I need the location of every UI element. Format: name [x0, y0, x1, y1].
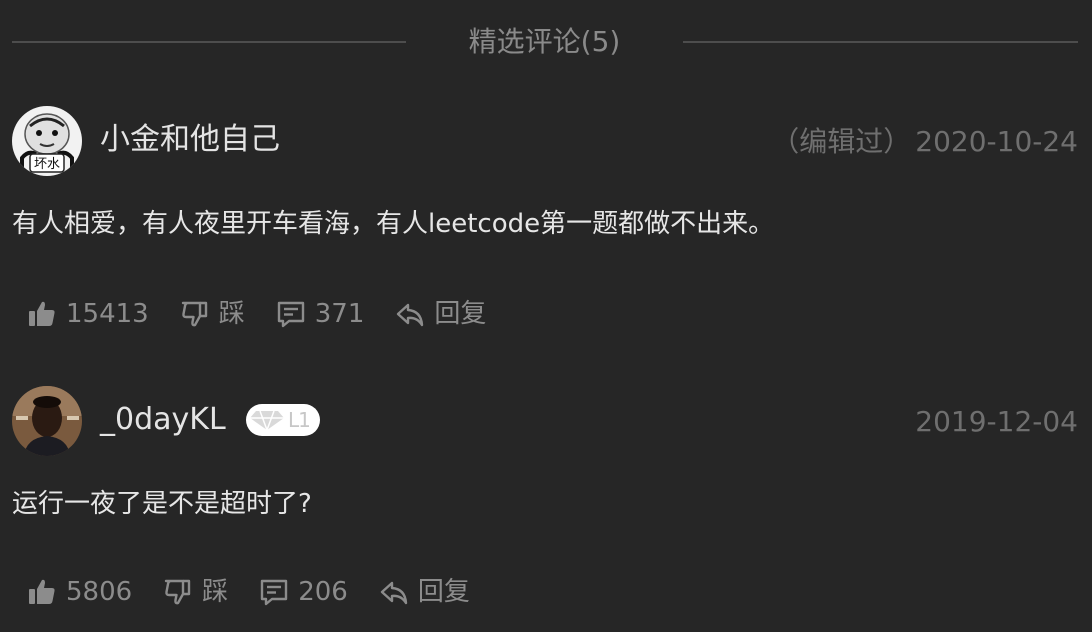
- comment-meta: 2019-12-04: [915, 402, 1078, 442]
- comments-page: 精选评论(5) 坏水 小金和他自己 （编辑过） 2020-10-24 有人相爱，有…: [0, 0, 1092, 632]
- thumbs-down-icon: [181, 301, 207, 327]
- like-count: 15413: [66, 299, 149, 329]
- like-count: 5806: [66, 577, 133, 607]
- comment-icon: [277, 301, 304, 328]
- avatar-image: 坏水: [12, 106, 82, 176]
- reply-button[interactable]: 回复: [394, 296, 486, 332]
- comment-meta: （编辑过） 2020-10-24: [771, 122, 1078, 162]
- comment-content: 有人相爱，有人夜里开车看海，有人leetcode第一题都做不出来。: [12, 209, 775, 239]
- comment-button[interactable]: 371: [275, 296, 365, 332]
- dislike-button[interactable]: 踩: [179, 296, 245, 332]
- dislike-label: 踩: [218, 299, 245, 329]
- section-title: 精选评论(5): [468, 25, 621, 58]
- reply-count: 206: [298, 577, 348, 607]
- reply-button[interactable]: 回复: [378, 574, 470, 610]
- section-header: 精选评论(5): [12, 18, 1078, 66]
- like-button[interactable]: 15413: [26, 296, 149, 332]
- username[interactable]: _0dayKL: [100, 400, 226, 440]
- avatar-image: [12, 386, 82, 456]
- thumbs-up-icon: [29, 579, 55, 604]
- thumbs-up-icon: [29, 301, 55, 326]
- level-badge: L1: [246, 404, 320, 436]
- avatar[interactable]: 坏水: [12, 106, 82, 176]
- dislike-button[interactable]: 踩: [162, 574, 228, 610]
- reply-label: 回复: [434, 299, 487, 329]
- divider-left: [12, 41, 406, 43]
- comment-date: 2020-10-24: [915, 125, 1078, 158]
- reply-icon: [380, 581, 408, 605]
- reply-icon: [397, 303, 424, 327]
- level-text: L1: [288, 408, 311, 432]
- username[interactable]: 小金和他自己: [100, 120, 280, 160]
- divider-right: [683, 41, 1078, 43]
- edited-label: （编辑过）: [771, 125, 912, 158]
- comment-button[interactable]: 206: [258, 574, 348, 610]
- comment-icon: [260, 579, 288, 606]
- comment-actions: 15413 踩 371 回复: [26, 296, 516, 332]
- avatar[interactable]: [12, 386, 82, 456]
- diamond-icon: [250, 410, 284, 432]
- like-button[interactable]: 5806: [26, 574, 132, 610]
- comment-date: 2019-12-04: [915, 405, 1078, 438]
- dislike-label: 踩: [202, 577, 229, 607]
- comment-actions: 5806 踩 206 回复: [26, 574, 500, 610]
- thumbs-down-icon: [164, 579, 191, 605]
- reply-label: 回复: [417, 577, 470, 607]
- reply-count: 371: [314, 299, 365, 329]
- comment-content: 运行一夜了是不是超时了?: [12, 489, 312, 519]
- avatar-caption: 坏水: [34, 157, 60, 172]
